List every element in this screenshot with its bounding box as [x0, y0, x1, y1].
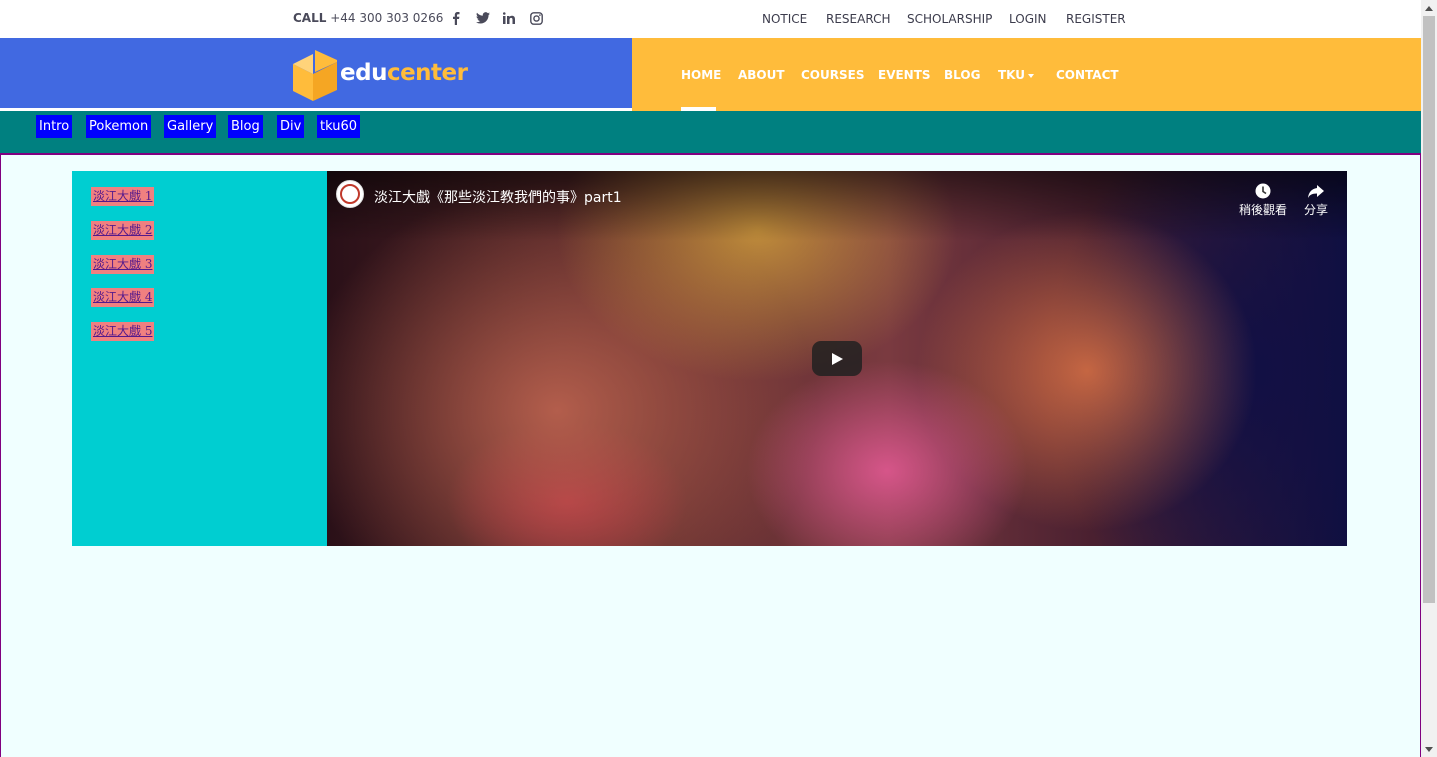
seal-icon	[340, 184, 360, 204]
video-link-3[interactable]: 淡江大戲 3	[91, 255, 155, 274]
logo-text[interactable]: educenter	[340, 60, 468, 86]
nav-tku-label: TKU	[998, 68, 1026, 82]
nav-contact[interactable]: CONTACT	[1056, 68, 1119, 82]
call-label: CALL	[293, 11, 327, 25]
nav-button-div[interactable]: Div	[277, 115, 305, 138]
play-button[interactable]	[812, 341, 862, 376]
scrollbar-thumb[interactable]	[1423, 16, 1435, 603]
nav-about[interactable]: ABOUT	[738, 68, 785, 82]
nav-button-pokemon[interactable]: Pokemon	[86, 115, 152, 138]
nav-button-gallery[interactable]: Gallery	[164, 115, 217, 138]
facebook-icon[interactable]	[448, 9, 464, 27]
scroll-down-arrow-icon[interactable]	[1421, 741, 1437, 757]
nav-blog[interactable]: BLOG	[944, 68, 980, 82]
scroll-up-arrow-icon[interactable]	[1421, 0, 1437, 16]
video-link-2[interactable]: 淡江大戲 2	[91, 221, 155, 240]
play-icon	[832, 352, 843, 365]
nav-courses[interactable]: COURSES	[801, 68, 864, 82]
nav-home[interactable]: HOME	[681, 68, 721, 82]
video-link-4[interactable]: 淡江大戲 4	[91, 288, 155, 307]
nav-button-blog[interactable]: Blog	[228, 115, 263, 138]
top-bar: CALL +44 300 303 0266 NOTICE RESEARCH SC…	[0, 0, 1421, 38]
logo-text-center: center	[386, 60, 468, 86]
watch-later-label: 稍後觀看	[1239, 203, 1288, 217]
share-label: 分享	[1304, 203, 1329, 217]
nav-tku-dropdown[interactable]: TKU	[998, 68, 1035, 82]
twitter-icon[interactable]	[475, 9, 491, 27]
research-link[interactable]: RESEARCH	[826, 12, 890, 26]
watch-later-button[interactable]: 稍後觀看	[1239, 181, 1287, 218]
linkedin-icon[interactable]	[501, 9, 517, 27]
video-title[interactable]: 淡江大戲《那些淡江教我們的事》part1	[374, 187, 622, 207]
channel-avatar[interactable]	[336, 180, 364, 208]
nav-events[interactable]: EVENTS	[878, 68, 931, 82]
notice-link[interactable]: NOTICE	[762, 12, 807, 26]
nav-button-intro[interactable]: Intro	[36, 115, 73, 138]
video-link-5[interactable]: 淡江大戲 5	[91, 322, 155, 341]
register-link[interactable]: REGISTER	[1066, 12, 1126, 26]
caret-down-icon	[1028, 73, 1035, 78]
clock-icon	[1255, 183, 1271, 199]
video-link-1[interactable]: 淡江大戲 1	[91, 187, 155, 206]
share-button[interactable]: 分享	[1304, 181, 1328, 218]
youtube-video-player[interactable]: 淡江大戲《那些淡江教我們的事》part1 稍後觀看 分享	[327, 171, 1347, 546]
call-info: CALL +44 300 303 0266	[293, 11, 443, 25]
logo-icon[interactable]	[293, 50, 337, 107]
share-icon	[1308, 185, 1324, 198]
nav-button-tku60[interactable]: tku60	[317, 115, 361, 138]
login-link[interactable]: LOGIN	[1009, 12, 1047, 26]
call-number: +44 300 303 0266	[330, 11, 444, 25]
instagram-icon[interactable]	[528, 9, 544, 27]
logo-text-edu: edu	[340, 60, 387, 86]
scholarship-link[interactable]: SCHOLARSHIP	[907, 12, 992, 26]
